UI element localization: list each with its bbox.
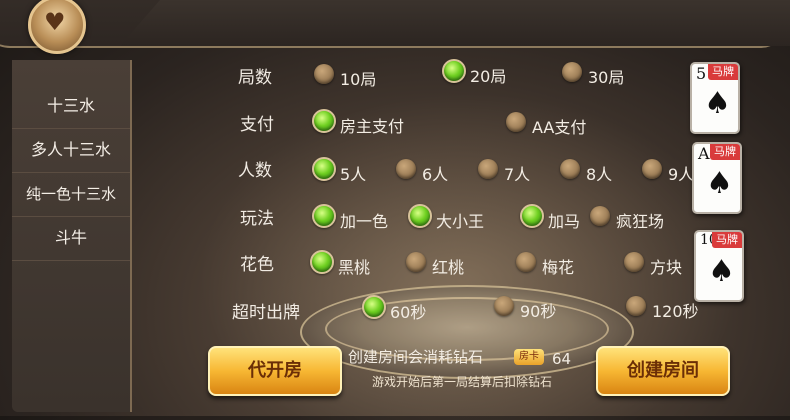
- radio-selected-icon: [442, 59, 466, 83]
- checkbox-checked-icon: [520, 204, 544, 228]
- proxy-open-room-button[interactable]: 代开房: [208, 346, 342, 396]
- players-label: 人数: [238, 161, 272, 181]
- deduction-note: 游戏开始后第一局结算后扣除钻石: [372, 375, 553, 389]
- radio-icon: [516, 252, 536, 272]
- radio-selected-icon: [310, 250, 334, 274]
- radio-icon: [624, 252, 644, 272]
- spade-icon: ♠: [708, 254, 735, 289]
- radio-icon: [560, 159, 580, 179]
- checkbox-checked-icon: [408, 204, 432, 228]
- radio-icon: [626, 296, 646, 316]
- radio-selected-icon: [312, 109, 336, 133]
- suit-label: 花色: [240, 255, 274, 275]
- sidebar-item-shisanshui[interactable]: 十三水: [12, 84, 130, 129]
- radio-selected-icon: [312, 157, 336, 181]
- gameplay-label: 玩法: [240, 209, 274, 229]
- heart-logo-icon: ♥: [44, 8, 66, 36]
- rounds-label: 局数: [238, 68, 272, 88]
- spade-icon: ♠: [704, 86, 731, 121]
- diamond-cost-text: 创建房间会消耗钻石: [348, 348, 484, 366]
- sidebar-item-douniu[interactable]: 斗牛: [12, 216, 130, 261]
- radio-selected-icon: [362, 295, 386, 319]
- radio-icon: [396, 159, 416, 179]
- game-type-sidebar: 十三水 多人十三水 纯一色十三水 斗牛: [12, 60, 132, 412]
- spade-icon: ♠: [706, 166, 733, 201]
- horse-card-10: 10 马牌 ♠: [694, 230, 744, 302]
- horse-card-5: 5 马牌 ♠: [690, 62, 740, 134]
- radio-icon: [314, 64, 334, 84]
- top-bar-slant: [120, 0, 790, 46]
- timeout-label: 超时出牌: [232, 303, 300, 323]
- checkbox-icon: [590, 206, 610, 226]
- radio-icon: [562, 62, 582, 82]
- radio-icon: [478, 159, 498, 179]
- sidebar-item-pure-shisanshui[interactable]: 纯一色十三水: [12, 172, 130, 217]
- payment-label: 支付: [240, 115, 274, 135]
- radio-icon: [494, 296, 514, 316]
- radio-icon: [506, 112, 526, 132]
- diamond-cost-value: 64: [552, 350, 572, 368]
- horse-card-a: A 马牌 ♠: [692, 142, 742, 214]
- radio-icon: [406, 252, 426, 272]
- sidebar-item-multi-shisanshui[interactable]: 多人十三水: [12, 128, 130, 173]
- radio-icon: [642, 159, 662, 179]
- checkbox-checked-icon: [312, 204, 336, 228]
- room-card-icon: 房卡: [514, 349, 544, 365]
- create-room-button[interactable]: 创建房间: [596, 346, 730, 396]
